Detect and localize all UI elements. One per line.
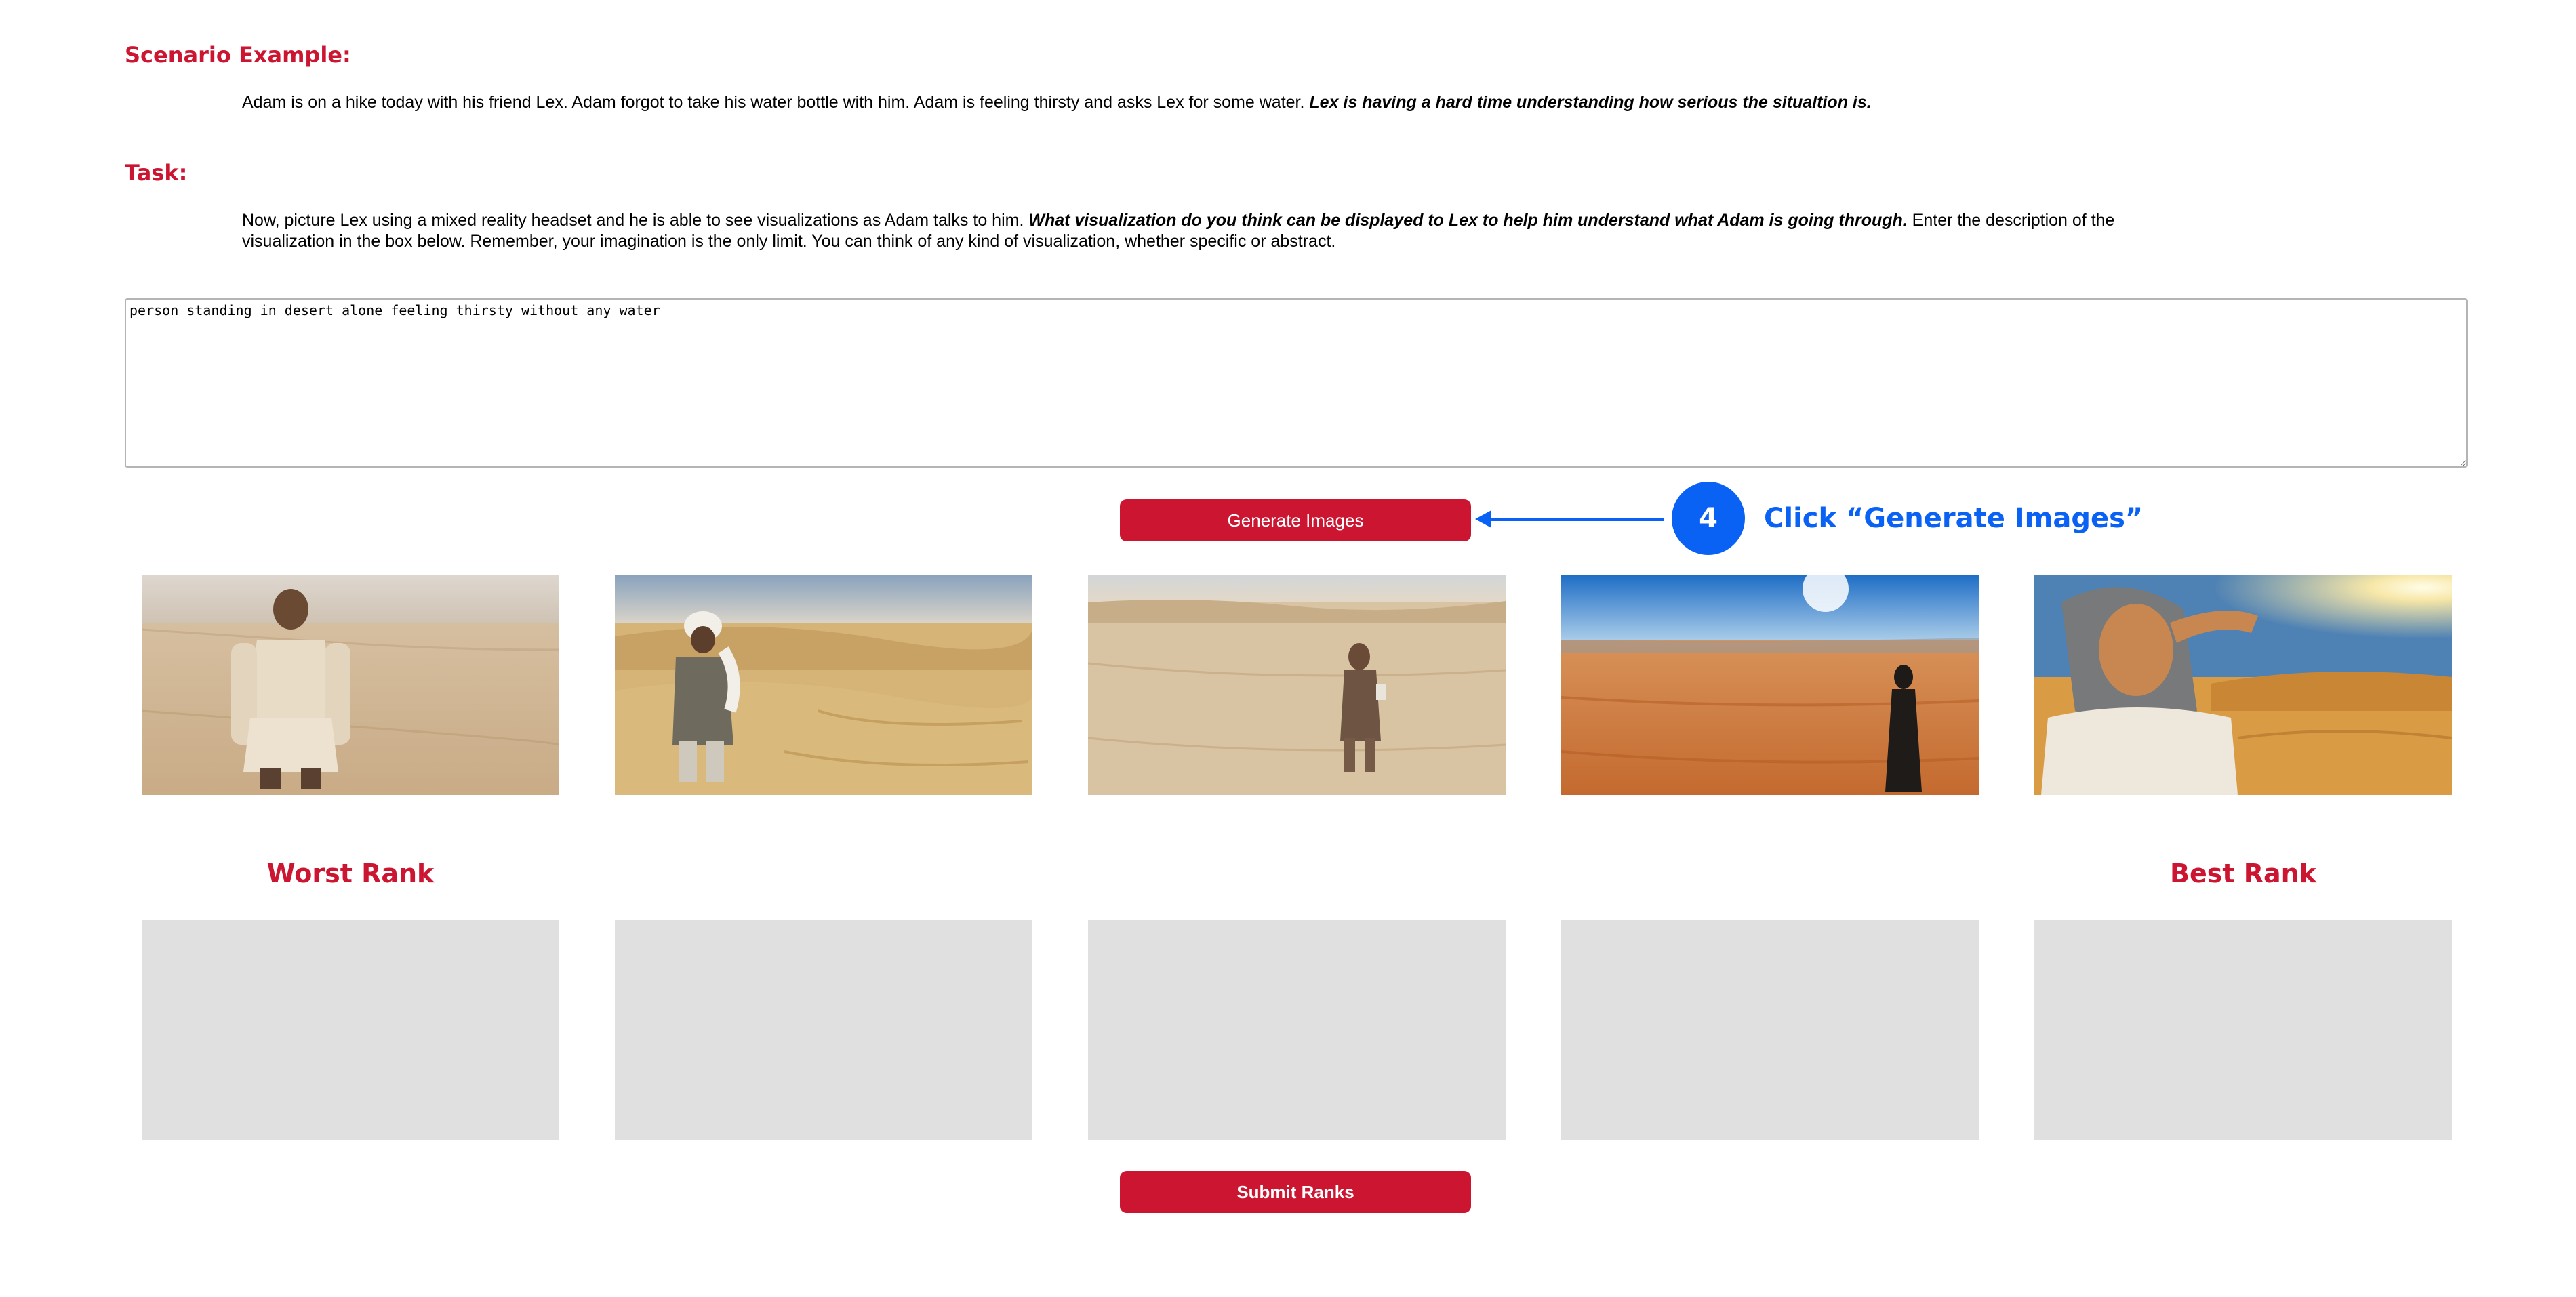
generated-image-2[interactable] (615, 575, 1032, 795)
ranking-task-page: Scenario Example: Adam is on a hike toda… (0, 0, 2576, 1297)
callout-instruction: Click “Generate Images” (1764, 503, 2144, 534)
desert-man-image-1 (142, 575, 559, 795)
rank-slot-4[interactable] (1561, 920, 1979, 1140)
scenario-emphasis: Lex is having a hard time understanding … (1309, 93, 1872, 112)
rank-slot-2[interactable] (615, 920, 1032, 1140)
generate-images-button[interactable]: Generate Images (1120, 499, 1471, 541)
task-text: Now, picture Lex using a mixed reality h… (242, 210, 2128, 252)
generated-image-3[interactable] (1088, 575, 1506, 795)
worst-rank-label: Worst Rank (266, 859, 435, 888)
task-emphasis: What visualization do you think can be d… (1028, 211, 1908, 230)
rank-slot-1[interactable] (142, 920, 559, 1140)
scenario-text: Adam is on a hike today with his friend … (242, 92, 2479, 113)
desert-figure-image-4 (1561, 575, 1979, 795)
callout-arrow-line (1487, 518, 1664, 521)
visualization-description-input[interactable]: person standing in desert alone feeling … (125, 298, 2468, 468)
generated-image-4[interactable] (1561, 575, 1979, 795)
desert-woman-image-5 (2034, 575, 2452, 795)
task-heading: Task: (125, 160, 188, 186)
generated-image-5[interactable] (2034, 575, 2452, 795)
generated-image-1[interactable] (142, 575, 559, 795)
rank-slot-5[interactable] (2034, 920, 2452, 1140)
desert-man-image-2 (615, 575, 1032, 795)
step-number-badge: 4 (1672, 482, 1745, 555)
best-rank-label: Best Rank (2170, 859, 2316, 888)
scenario-body: Adam is on a hike today with his friend … (242, 93, 1310, 112)
desert-figure-image-3 (1088, 575, 1506, 795)
rank-slot-3[interactable] (1088, 920, 1506, 1140)
scenario-heading: Scenario Example: (125, 42, 351, 68)
submit-ranks-button[interactable]: Submit Ranks (1120, 1171, 1471, 1213)
task-body-intro: Now, picture Lex using a mixed reality h… (242, 211, 1029, 230)
